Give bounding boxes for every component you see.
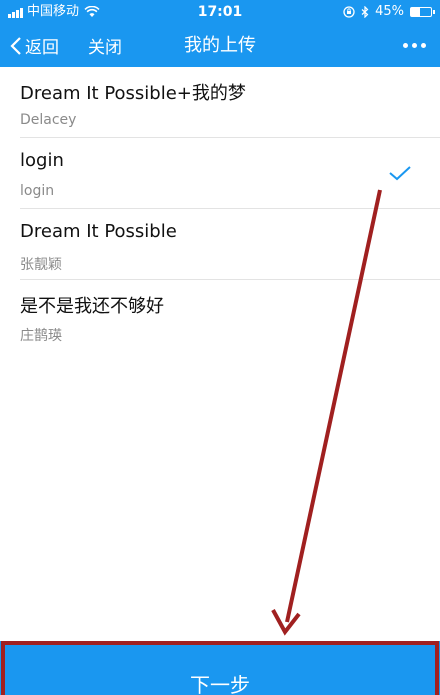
list-item[interactable]: Dream It Possible+我的梦 Delacey (20, 67, 440, 138)
song-title: login (20, 150, 64, 171)
song-artist: Delacey (20, 112, 77, 128)
song-title: Dream It Possible+我的梦 (20, 83, 246, 104)
song-artist: 张靓颖 (20, 257, 62, 273)
page-title: 我的上传 (184, 35, 256, 56)
list-item[interactable]: Dream It Possible 张靓颖 (20, 209, 440, 280)
song-artist: login (20, 183, 55, 199)
more-dot-icon (421, 43, 426, 48)
nav-bar: 返回 关闭 我的上传 (0, 24, 440, 67)
rotation-lock-icon (343, 6, 355, 18)
more-dot-icon (412, 43, 417, 48)
checkmark-icon (389, 166, 411, 181)
status-right: 45% (343, 0, 435, 24)
header: 中国移动 17:01 45% 返回 关闭 我的上传 (0, 0, 440, 67)
close-button[interactable]: 关闭 (88, 24, 122, 67)
annotation-arrowhead (271, 609, 301, 636)
song-artist: 庄鹊瑛 (20, 328, 62, 344)
song-title: Dream It Possible (20, 221, 177, 242)
next-step-button[interactable]: 下一步 (0, 641, 440, 695)
status-bar: 中国移动 17:01 45% (0, 0, 440, 24)
battery-percent: 45% (375, 4, 404, 19)
chevron-left-icon (10, 36, 21, 55)
more-menu-button[interactable] (403, 24, 426, 67)
back-label: 返回 (25, 38, 59, 58)
back-button[interactable]: 返回 (10, 24, 59, 67)
upload-list: Dream It Possible+我的梦 Delacey login logi… (0, 67, 440, 350)
battery-icon (410, 7, 435, 17)
song-title: 是不是我还不够好 (20, 296, 164, 317)
more-dot-icon (403, 43, 408, 48)
bluetooth-icon (361, 6, 369, 18)
list-item[interactable]: 是不是我还不够好 庄鹊瑛 (20, 280, 440, 350)
battery-level (411, 8, 420, 16)
list-item[interactable]: login login (20, 138, 440, 209)
